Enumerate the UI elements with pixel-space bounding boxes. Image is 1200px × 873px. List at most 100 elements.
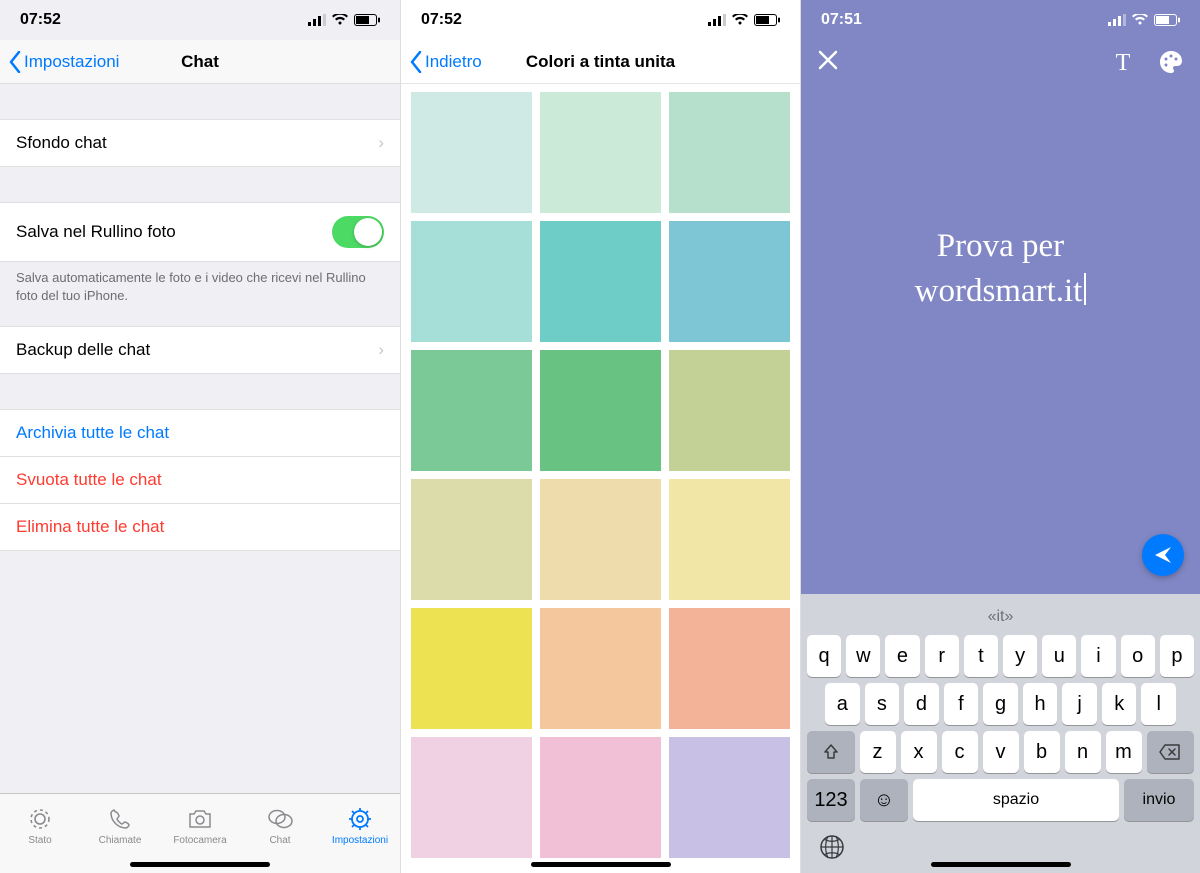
key-h[interactable]: h [1023,683,1058,725]
settings-content: Sfondo chat › Salva nel Rullino foto Sal… [0,84,400,793]
key-a[interactable]: a [825,683,860,725]
key-numbers[interactable]: 123 [807,779,855,821]
row-chat-wallpaper[interactable]: Sfondo chat › [0,119,400,167]
color-swatch[interactable] [540,737,661,858]
color-grid [411,92,790,858]
key-q[interactable]: q [807,635,841,677]
color-swatch[interactable] [411,350,532,471]
status-bar: 07:51 [801,0,1200,40]
chevron-left-icon [8,51,22,73]
key-z[interactable]: z [860,731,896,773]
back-button[interactable]: Indietro [409,51,482,73]
key-d[interactable]: d [904,683,939,725]
text-tool-button[interactable]: T [1110,49,1136,75]
home-indicator[interactable] [130,862,270,867]
color-swatch[interactable] [669,92,790,213]
status-right [1108,14,1180,26]
key-g[interactable]: g [983,683,1018,725]
key-m[interactable]: m [1106,731,1142,773]
key-n[interactable]: n [1065,731,1101,773]
text-canvas[interactable]: Prova per wordsmart.it [801,84,1200,594]
key-w[interactable]: w [846,635,880,677]
globe-button[interactable] [819,834,845,865]
color-swatch[interactable] [540,608,661,729]
key-u[interactable]: u [1042,635,1076,677]
gear-icon [346,805,374,833]
home-indicator[interactable] [531,862,671,867]
signal-icon [308,14,326,26]
row-save-camera-roll[interactable]: Salva nel Rullino foto [0,202,400,262]
key-e[interactable]: e [885,635,919,677]
wifi-icon [1132,14,1148,26]
key-backspace[interactable] [1147,731,1195,773]
home-indicator[interactable] [931,862,1071,867]
palette-button[interactable] [1158,49,1184,75]
back-button[interactable]: Impostazioni [8,51,119,73]
color-swatch[interactable] [411,92,532,213]
key-o[interactable]: o [1121,635,1155,677]
row-label: Salva nel Rullino foto [16,222,176,242]
close-button[interactable] [817,49,843,75]
back-label: Indietro [425,52,482,72]
row-clear-all[interactable]: Svuota tutte le chat [0,457,400,504]
key-return[interactable]: invio [1124,779,1194,821]
phone-settings-chat: 07:52 Impostazioni Chat Sfondo chat › [0,0,400,873]
tab-camera[interactable]: Fotocamera [160,805,240,846]
tab-status[interactable]: Stato [0,805,80,846]
keyboard: «it» qwertyuiop asdfghjkl zxcvbnm 123 ☺ sp… [801,594,1200,873]
color-swatch[interactable] [669,608,790,729]
key-s[interactable]: s [865,683,900,725]
camera-icon [186,805,214,833]
key-l[interactable]: l [1141,683,1176,725]
key-r[interactable]: r [925,635,959,677]
key-emoji[interactable]: ☺ [860,779,908,821]
color-swatch[interactable] [540,350,661,471]
key-c[interactable]: c [942,731,978,773]
tab-chats[interactable]: Chat [240,805,320,846]
key-p[interactable]: p [1160,635,1194,677]
key-space[interactable]: spazio [913,779,1119,821]
color-swatch[interactable] [540,479,661,600]
key-b[interactable]: b [1024,731,1060,773]
color-grid-container[interactable] [401,84,800,873]
status-bar: 07:52 [401,0,800,40]
phone-icon [106,805,134,833]
tab-settings[interactable]: Impostazioni [320,805,400,846]
row-archive-all[interactable]: Archivia tutte le chat [0,409,400,457]
nav-bar: Impostazioni Chat [0,40,400,84]
color-swatch[interactable] [669,479,790,600]
key-v[interactable]: v [983,731,1019,773]
color-swatch[interactable] [411,479,532,600]
key-shift[interactable] [807,731,855,773]
tab-bar: Stato Chiamate Fotocamera Chat Impostazi… [0,793,400,873]
chevron-right-icon: › [378,340,384,360]
status-right [708,14,780,26]
key-t[interactable]: t [964,635,998,677]
keyboard-suggestion[interactable]: «it» [805,600,1196,632]
key-k[interactable]: k [1102,683,1137,725]
color-swatch[interactable] [540,92,661,213]
key-y[interactable]: y [1003,635,1037,677]
key-i[interactable]: i [1081,635,1115,677]
color-swatch[interactable] [540,221,661,342]
color-swatch[interactable] [669,221,790,342]
key-f[interactable]: f [944,683,979,725]
tab-label: Fotocamera [173,835,226,846]
color-swatch[interactable] [669,350,790,471]
compose-toolbar: T [801,40,1200,84]
key-x[interactable]: x [901,731,937,773]
status-icon [26,805,54,833]
row-label: Elimina tutte le chat [16,517,164,537]
key-j[interactable]: j [1062,683,1097,725]
color-swatch[interactable] [411,608,532,729]
row-label: Backup delle chat [16,340,150,360]
row-chat-backup[interactable]: Backup delle chat › [0,326,400,374]
color-swatch[interactable] [411,737,532,858]
tab-calls[interactable]: Chiamate [80,805,160,846]
row-delete-all[interactable]: Elimina tutte le chat [0,504,400,551]
color-swatch[interactable] [669,737,790,858]
battery-icon [754,14,780,26]
toggle-save-camera[interactable] [332,216,384,248]
send-button[interactable] [1142,534,1184,576]
color-swatch[interactable] [411,221,532,342]
